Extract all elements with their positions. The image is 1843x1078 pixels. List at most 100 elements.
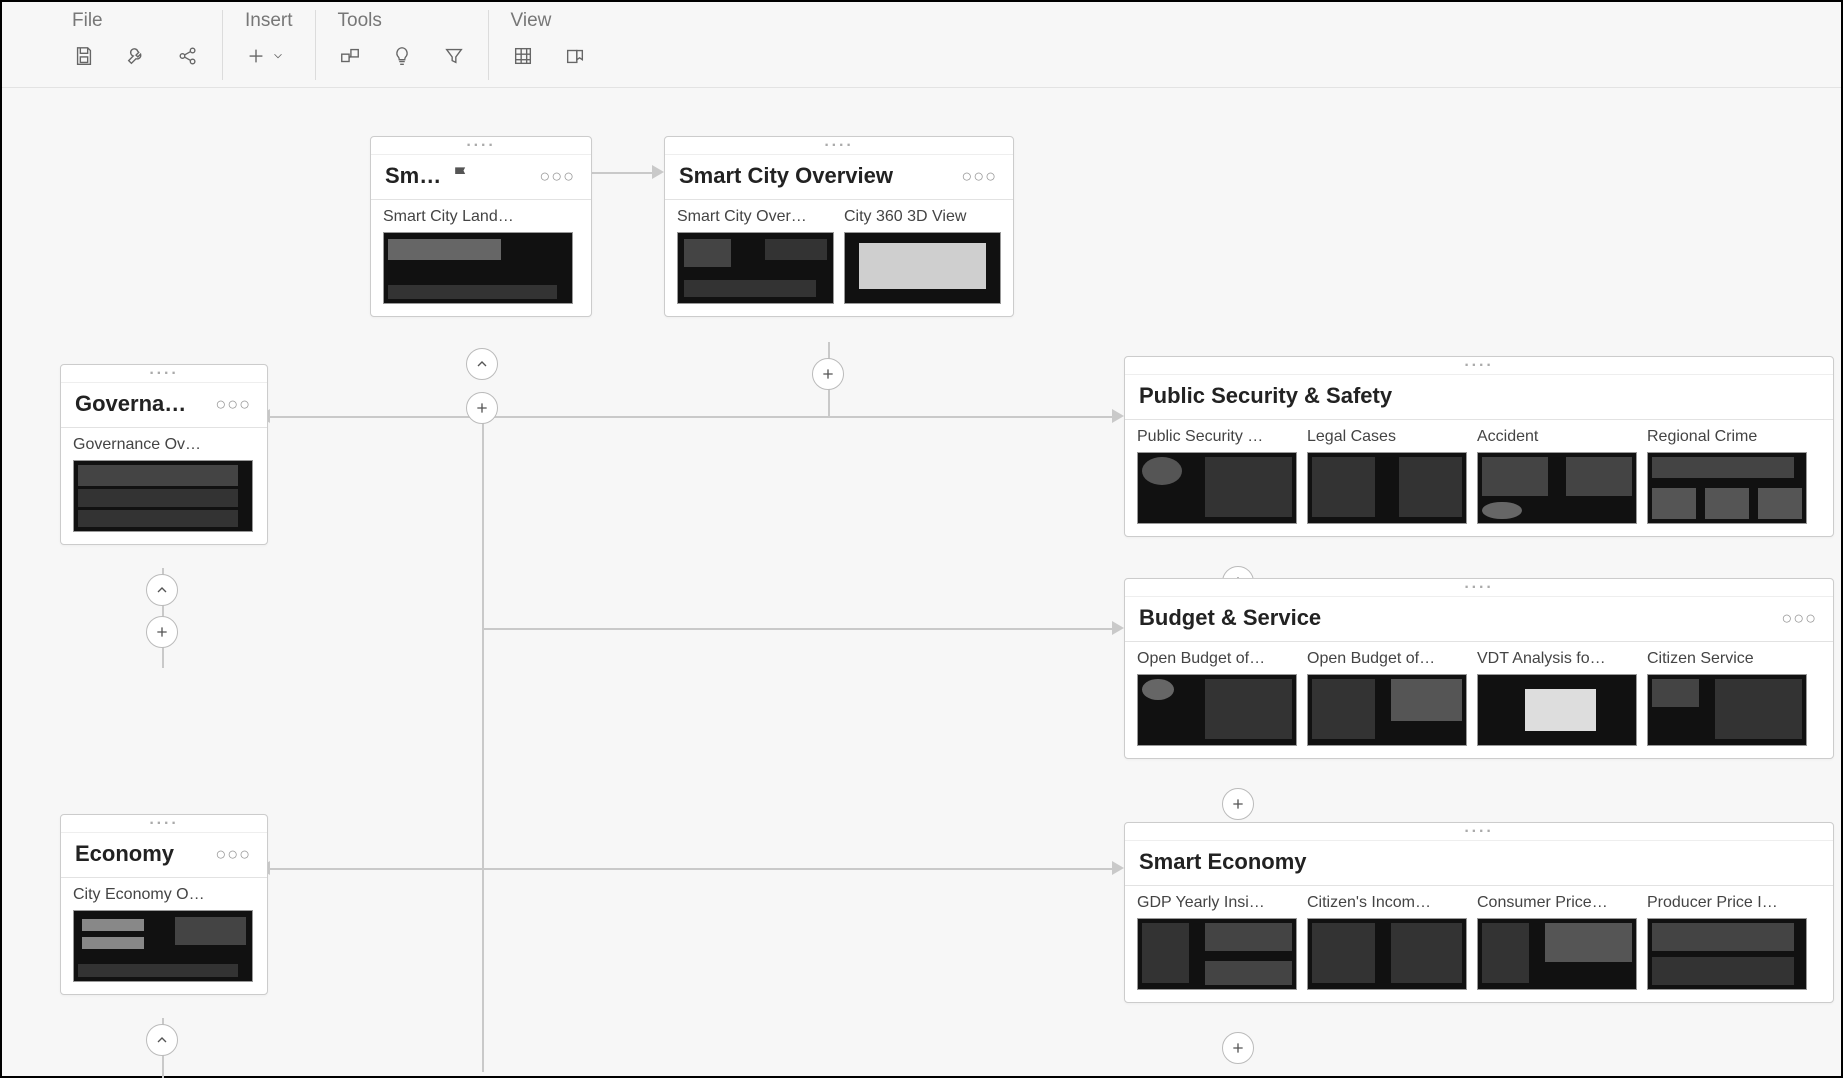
add-button[interactable] <box>812 358 844 390</box>
add-button[interactable] <box>1222 788 1254 820</box>
more-icon[interactable]: ○○○ <box>1779 608 1819 629</box>
node-header: Smart Economy <box>1125 841 1833 886</box>
drag-handle-icon[interactable] <box>371 137 591 155</box>
save-icon[interactable] <box>72 44 96 68</box>
page-card[interactable]: Public Security … <box>1137 428 1297 524</box>
page-label: City 360 3D View <box>844 208 1001 228</box>
page-card[interactable]: City 360 3D View <box>844 208 1001 304</box>
canvas[interactable]: Sm… ○○○ Smart City Land… Smart Ci <box>2 88 1841 1076</box>
drag-handle-icon[interactable] <box>1125 357 1833 375</box>
page-thumbnail <box>677 232 834 304</box>
page-card[interactable]: Open Budget of… <box>1307 650 1467 746</box>
node-header: Smart City Overview ○○○ <box>665 155 1013 200</box>
page-thumbnail <box>1137 674 1297 746</box>
page-card[interactable]: VDT Analysis fo… <box>1477 650 1637 746</box>
page-thumbnail <box>1137 452 1297 524</box>
page-label: Smart City Over… <box>677 208 834 228</box>
page-thumbnail <box>1477 918 1637 990</box>
page-card[interactable]: Consumer Price… <box>1477 894 1637 990</box>
page-thumbnail <box>1137 918 1297 990</box>
toolbar-group-tools: Tools <box>316 10 489 80</box>
share-icon[interactable] <box>176 44 200 68</box>
page-thumbnail <box>383 232 573 304</box>
node-budget[interactable]: Budget & Service ○○○ Open Budget of… Ope… <box>1124 578 1834 759</box>
page-card[interactable]: Citizen Service <box>1647 650 1807 746</box>
page-label: Citizen Service <box>1647 650 1807 670</box>
node-title: Budget & Service <box>1139 605 1321 631</box>
page-label: Smart City Land… <box>383 208 573 228</box>
more-icon[interactable]: ○○○ <box>213 844 253 865</box>
drag-handle-icon[interactable] <box>61 815 267 833</box>
wrench-icon[interactable] <box>124 44 148 68</box>
page-card[interactable]: Governance Ov… <box>73 436 253 532</box>
drag-handle-icon[interactable] <box>61 365 267 383</box>
collapse-button[interactable] <box>146 1024 178 1056</box>
page-label: City Economy O… <box>73 886 253 906</box>
more-icon[interactable]: ○○○ <box>959 166 999 187</box>
arrow-icon <box>1112 861 1124 875</box>
more-icon[interactable]: ○○○ <box>537 166 577 187</box>
connector <box>268 868 482 870</box>
page-card[interactable]: Legal Cases <box>1307 428 1467 524</box>
toolbar-label-insert: Insert <box>245 10 293 32</box>
node-body: Smart City Over… City 360 3D View <box>665 200 1013 316</box>
node-title: Smart City Overview <box>679 163 893 189</box>
node-overview[interactable]: Smart City Overview ○○○ Smart City Over…… <box>664 136 1014 317</box>
drag-handle-icon[interactable] <box>1125 823 1833 841</box>
page-label: Regional Crime <box>1647 428 1807 448</box>
node-public-security[interactable]: Public Security & Safety Public Security… <box>1124 356 1834 537</box>
connector <box>482 416 1112 418</box>
toolbar-label-view: View <box>511 10 587 32</box>
toolbar-group-insert: Insert <box>223 10 316 80</box>
node-title: Smart Economy <box>1139 849 1307 875</box>
drag-handle-icon[interactable] <box>1125 579 1833 597</box>
page-card[interactable]: Accident <box>1477 428 1637 524</box>
node-body: Public Security … Legal Cases Accident <box>1125 420 1833 536</box>
node-title: Sm… <box>385 163 441 189</box>
grid-icon[interactable] <box>511 44 535 68</box>
page-thumbnail <box>1647 452 1807 524</box>
arrow-icon <box>652 165 664 179</box>
toolbar-group-file: File <box>72 10 223 80</box>
collapse-button[interactable] <box>146 574 178 606</box>
page-card[interactable]: Citizen's Incom… <box>1307 894 1467 990</box>
page-card[interactable]: Smart City Land… <box>383 208 573 304</box>
bookmark-icon[interactable] <box>563 44 587 68</box>
page-thumbnail <box>1307 452 1467 524</box>
node-economy[interactable]: Economy ○○○ City Economy O… <box>60 814 268 995</box>
page-label: Consumer Price… <box>1477 894 1637 914</box>
filter-icon[interactable] <box>442 44 466 68</box>
node-smart-economy[interactable]: Smart Economy GDP Yearly Insi… Citizen's… <box>1124 822 1834 1003</box>
connector <box>482 868 1112 870</box>
node-title: Public Security & Safety <box>1139 383 1392 409</box>
page-card[interactable]: Producer Price I… <box>1647 894 1807 990</box>
page-thumbnail <box>73 460 253 532</box>
page-card[interactable]: Smart City Over… <box>677 208 834 304</box>
node-header: Budget & Service ○○○ <box>1125 597 1833 642</box>
collapse-button[interactable] <box>466 348 498 380</box>
page-label: Citizen's Incom… <box>1307 894 1467 914</box>
add-button[interactable] <box>146 616 178 648</box>
page-card[interactable]: Open Budget of… <box>1137 650 1297 746</box>
node-smart-city[interactable]: Sm… ○○○ Smart City Land… <box>370 136 592 317</box>
page-card[interactable]: Regional Crime <box>1647 428 1807 524</box>
node-title: Economy <box>75 841 174 867</box>
node-governance[interactable]: Governa… ○○○ Governance Ov… <box>60 364 268 545</box>
add-button[interactable] <box>1222 1032 1254 1064</box>
drag-handle-icon[interactable] <box>665 137 1013 155</box>
toolbar: File Insert Tools <box>2 2 1841 88</box>
connector <box>268 416 482 418</box>
toolbar-label-tools: Tools <box>338 10 466 32</box>
page-label: VDT Analysis fo… <box>1477 650 1637 670</box>
page-label: Public Security … <box>1137 428 1297 448</box>
connector <box>482 628 1112 630</box>
page-label: Open Budget of… <box>1307 650 1467 670</box>
page-card[interactable]: GDP Yearly Insi… <box>1137 894 1297 990</box>
add-button[interactable] <box>466 392 498 424</box>
insert-button[interactable] <box>245 44 285 68</box>
more-icon[interactable]: ○○○ <box>213 394 253 415</box>
page-card[interactable]: City Economy O… <box>73 886 253 982</box>
link-icon[interactable] <box>338 44 362 68</box>
lightbulb-icon[interactable] <box>390 44 414 68</box>
page-thumbnail <box>1647 918 1807 990</box>
